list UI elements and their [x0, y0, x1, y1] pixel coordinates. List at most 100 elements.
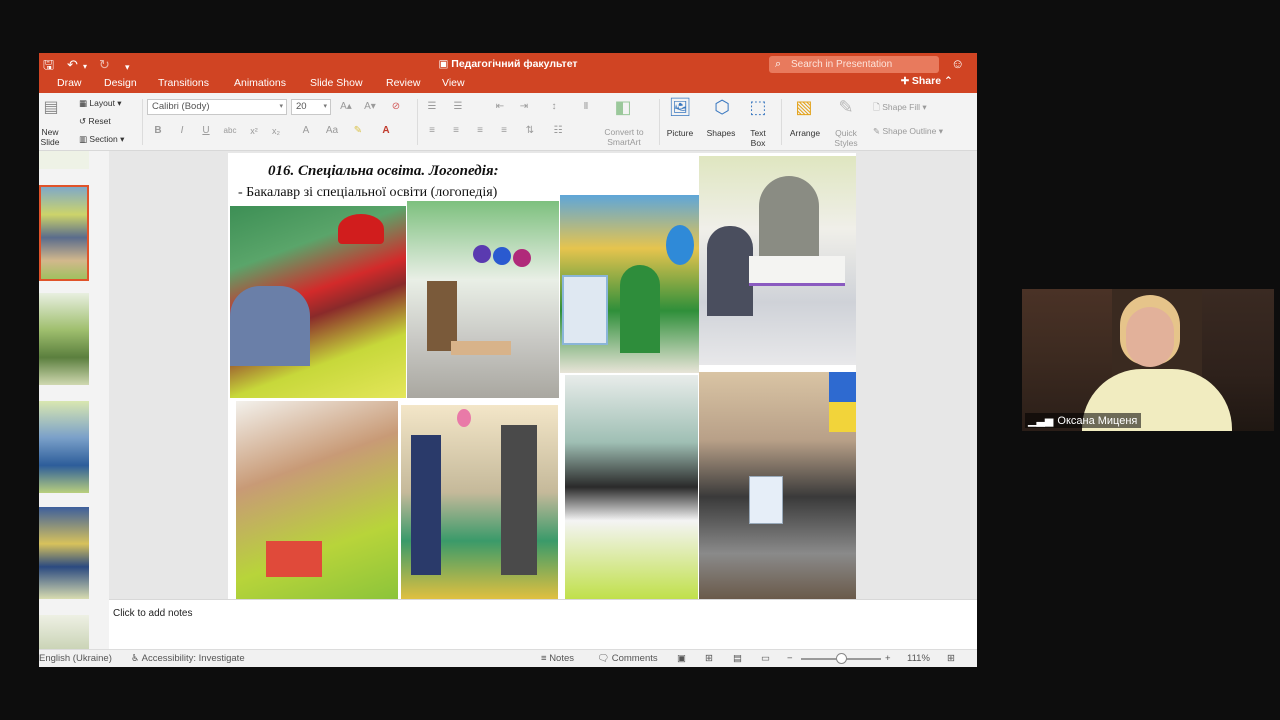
adult-figure-shape	[501, 425, 537, 575]
increase-indent-icon[interactable]: ⇥	[515, 99, 533, 115]
shapes-button[interactable]: Shapes	[703, 128, 739, 138]
shape-outline-button[interactable]: ✎ Shape Outline ▾	[873, 125, 943, 137]
zoom-slider-thumb[interactable]	[836, 653, 847, 664]
slide-thumbnail[interactable]	[39, 401, 89, 493]
new-slide-icon[interactable]: ▤	[41, 97, 61, 117]
highlight-icon[interactable]: ✎	[349, 123, 367, 139]
align-text-icon[interactable]: ☷	[549, 123, 567, 139]
participant-name: Оксана Миценя	[1057, 415, 1138, 427]
search-placeholder: Search in Presentation	[791, 59, 893, 70]
notes-pane[interactable]: Click to add notes	[109, 599, 977, 649]
bold-icon[interactable]: B	[149, 123, 167, 139]
fit-to-window-icon[interactable]: ⊞	[947, 653, 955, 664]
tab-view[interactable]: View	[442, 77, 465, 89]
slide-canvas[interactable]: 016. Спеціальна освіта. Логопедія: - Бак…	[228, 153, 856, 599]
text-box-button[interactable]: Text Box	[743, 128, 773, 148]
accessibility-status[interactable]: ♿ Accessibility: Investigate	[131, 653, 245, 664]
flag-shape	[829, 372, 856, 432]
powerpoint-window: 🖫 ↶ ▾ ↻ ▾ ▣ Педагогічний факультет ⌕ Sea…	[39, 53, 977, 667]
zoom-in-icon[interactable]: +	[885, 653, 891, 664]
text-effects-icon[interactable]: A	[297, 123, 315, 139]
arrange-button[interactable]: Arrange	[785, 128, 825, 138]
strikethrough-icon[interactable]: abc	[221, 123, 239, 139]
picture-icon[interactable]: 🖼︎	[665, 97, 695, 118]
italic-icon[interactable]: I	[173, 123, 191, 139]
share-button[interactable]: ➕︎ Share ⌃	[901, 75, 953, 88]
layout-button[interactable]: ▦ Layout ▾	[79, 97, 122, 109]
picture-button[interactable]: Picture	[663, 128, 697, 138]
bullets-icon[interactable]: ☰	[423, 99, 441, 115]
slide-thumbnail[interactable]	[39, 151, 89, 169]
normal-view-icon[interactable]: ▣	[677, 653, 686, 664]
justify-icon[interactable]: ≡	[495, 123, 513, 139]
user-account-icon[interactable]: ☺	[951, 56, 967, 72]
numbering-icon[interactable]: ☰	[449, 99, 467, 115]
reset-button[interactable]: ↺ Reset	[79, 115, 111, 127]
tab-review[interactable]: Review	[386, 77, 420, 89]
slide-title[interactable]: 016. Спеціальна освіта. Логопедія:	[268, 163, 499, 180]
tab-slide-show[interactable]: Slide Show	[310, 77, 363, 89]
quick-styles-icon[interactable]: ✎	[831, 97, 861, 118]
text-direction-icon[interactable]: ⇅	[521, 123, 539, 139]
change-case-icon[interactable]: Aa	[323, 123, 341, 139]
convert-smartart-icon[interactable]: ◧	[611, 97, 635, 118]
section-button[interactable]: ▥ Section ▾	[79, 133, 124, 145]
tab-transitions[interactable]: Transitions	[158, 77, 209, 89]
slide-thumbnail[interactable]	[39, 507, 89, 599]
photo-boy-with-poster	[560, 195, 699, 373]
child-figure-shape	[230, 286, 310, 366]
collapse-ribbon-icon[interactable]: ⌃	[944, 75, 953, 87]
text-box-icon[interactable]: ⬚	[745, 97, 771, 118]
quick-styles-button[interactable]: Quick Styles	[827, 128, 865, 148]
shape-fill-button[interactable]: 🗋︎ Shape Fill ▾	[873, 101, 927, 113]
table-shape	[451, 341, 511, 355]
participant-video-tile[interactable]: ▁▃▅ Оксана Миценя	[1022, 289, 1274, 431]
search-input[interactable]: ⌕ Search in Presentation	[769, 56, 939, 73]
tab-draw[interactable]: Draw	[57, 77, 82, 89]
align-right-icon[interactable]: ≡	[471, 123, 489, 139]
slide-sorter-icon[interactable]: ⊞	[705, 653, 713, 664]
clear-format-icon[interactable]: ⊘	[387, 99, 405, 115]
font-color-icon[interactable]: A	[377, 123, 395, 139]
status-bar: English (Ukraine) ♿ Accessibility: Inves…	[39, 649, 977, 667]
tab-design[interactable]: Design	[104, 77, 137, 89]
decrease-font-icon[interactable]: A▾	[361, 99, 379, 115]
zoom-level[interactable]: 111%	[907, 653, 930, 664]
subscript-icon[interactable]: x₂	[267, 123, 285, 139]
slide-subtitle[interactable]: - Бакалавр зі спеціальної освіти (логопе…	[238, 185, 497, 201]
tab-animations[interactable]: Animations	[234, 77, 286, 89]
slide-thumbnail-pane[interactable]	[39, 151, 93, 651]
notes-button[interactable]: ≡ Notes	[541, 653, 574, 664]
shapes-icon[interactable]: ⬡	[707, 97, 737, 118]
slideshow-view-icon[interactable]: ▭	[761, 653, 770, 664]
superscript-icon[interactable]: x²	[245, 123, 263, 139]
comments-label: Comments	[611, 653, 658, 664]
photo-group-craft	[236, 401, 398, 599]
arrange-icon[interactable]: ▧	[789, 97, 819, 118]
reading-view-icon[interactable]: ▤	[733, 653, 742, 664]
slide-thumbnail-selected[interactable]	[39, 185, 89, 281]
increase-font-icon[interactable]: A▴	[337, 99, 355, 115]
align-left-icon[interactable]: ≡	[423, 123, 441, 139]
columns-icon[interactable]: Ⅱ	[577, 99, 595, 115]
slide-thumbnail[interactable]	[39, 293, 89, 385]
slide-editing-area[interactable]: 016. Спеціальна освіта. Логопедія: - Бак…	[109, 151, 977, 599]
font-name-combo[interactable]: Calibri (Body) ▾	[147, 99, 287, 115]
photo-woman-with-child	[407, 201, 559, 398]
language-status[interactable]: English (Ukraine)	[39, 653, 112, 664]
accessibility-label: Accessibility: Investigate	[141, 653, 245, 664]
convert-smartart-button[interactable]: Convert to SmartArt	[599, 127, 649, 147]
zoom-out-icon[interactable]: −	[787, 653, 793, 664]
reset-label: Reset	[88, 116, 111, 126]
underline-icon[interactable]: U	[197, 123, 215, 139]
font-size-combo[interactable]: 20 ▾	[291, 99, 331, 115]
photo-teacher-and-child-table	[699, 156, 856, 365]
notes-placeholder[interactable]: Click to add notes	[113, 608, 193, 619]
comments-button[interactable]: 🗨︎ Comments	[597, 653, 658, 664]
new-slide-button[interactable]: New Slide	[39, 127, 61, 147]
basket-shape	[266, 541, 322, 577]
decrease-indent-icon[interactable]: ⇤	[491, 99, 509, 115]
align-center-icon[interactable]: ≡	[447, 123, 465, 139]
line-spacing-icon[interactable]: ↕	[545, 99, 563, 115]
slide-thumbnail[interactable]	[39, 615, 89, 651]
